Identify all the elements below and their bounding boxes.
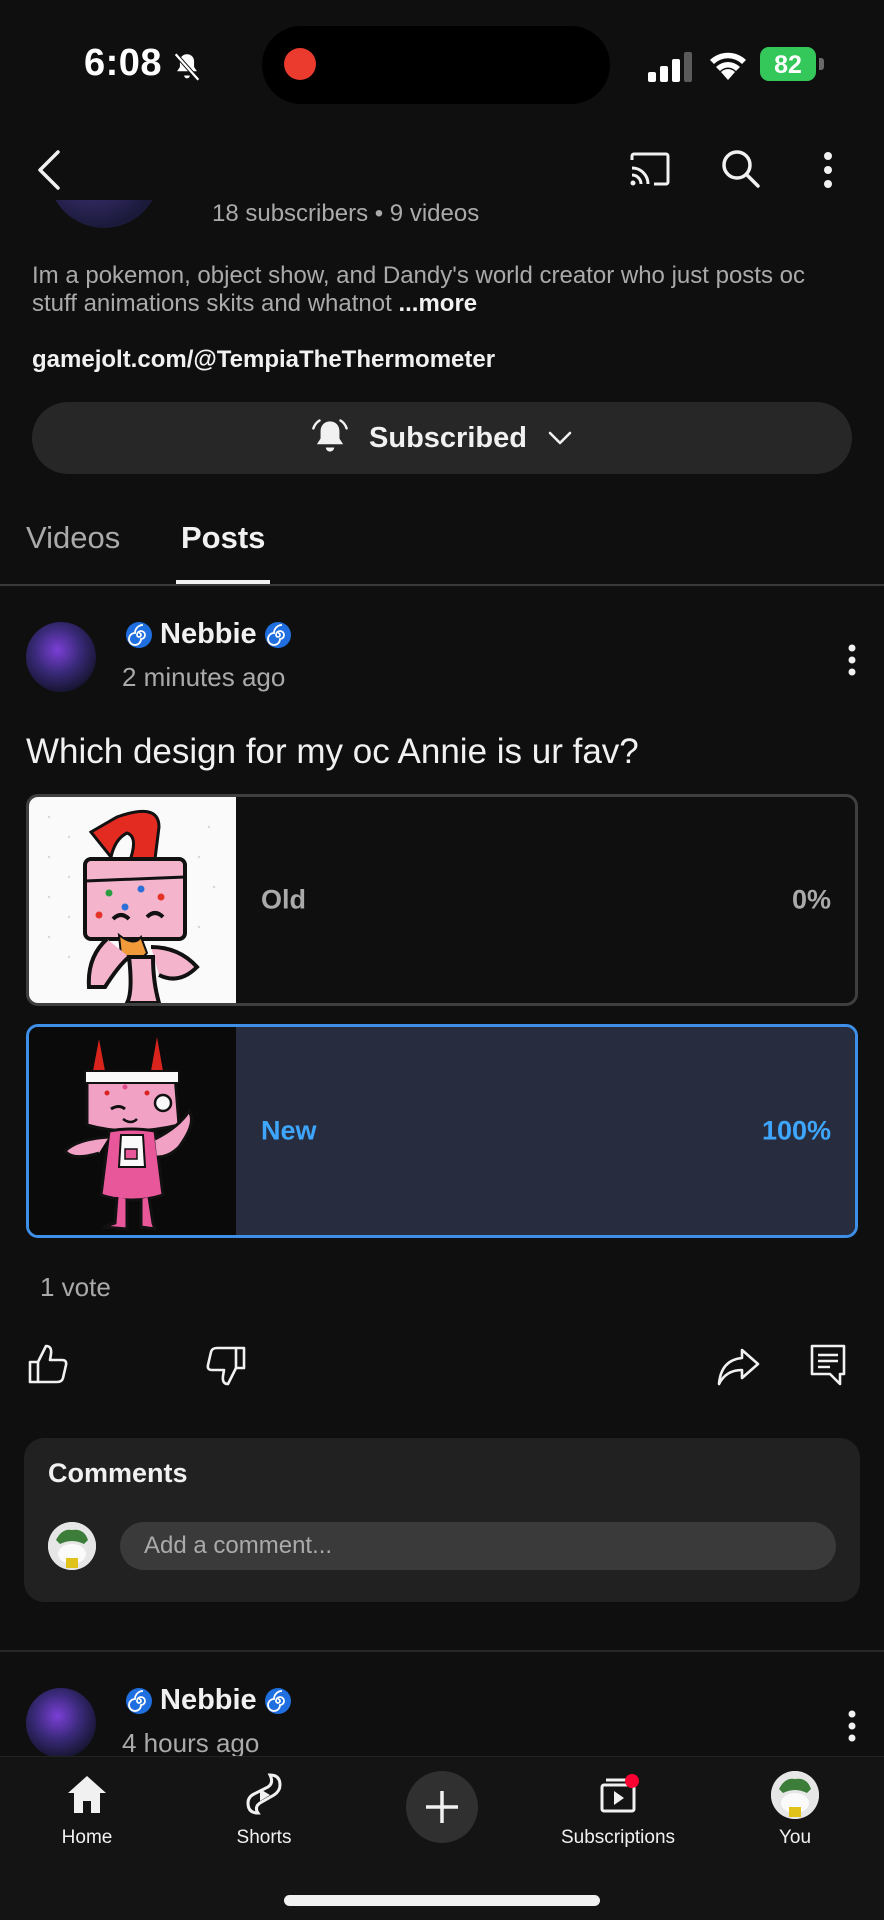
poll-option-old[interactable]: Old 0%	[26, 794, 858, 1006]
home-icon	[68, 1776, 106, 1813]
shorts-icon	[246, 1773, 282, 1815]
bell-icon	[312, 419, 348, 452]
post-avatar[interactable]	[26, 622, 96, 692]
nav-home[interactable]: Home	[12, 1771, 162, 1849]
nav-subscriptions[interactable]: Subscriptions	[543, 1771, 693, 1849]
post-author[interactable]: Nebbie	[124, 1684, 293, 1717]
subscribed-label: Subscribed	[369, 421, 527, 454]
vote-count: 1 vote	[40, 1272, 111, 1302]
poll-option-new[interactable]: New 100%	[26, 1024, 858, 1238]
profile-avatar	[771, 1771, 819, 1819]
nav-you[interactable]: You	[720, 1771, 870, 1849]
battery-indicator: 82	[760, 47, 824, 83]
poll-option-percent: 0%	[791, 884, 831, 915]
post-avatar[interactable]	[26, 1688, 96, 1758]
subscribed-button[interactable]: Subscribed	[32, 402, 852, 474]
channel-description[interactable]: Im a pokemon, object show, and Dandy's w…	[32, 262, 852, 318]
create-button[interactable]	[406, 1771, 478, 1843]
post-divider	[0, 1650, 884, 1652]
author-name: Nebbie	[160, 1684, 257, 1716]
poll-option-label: Old	[261, 884, 306, 915]
nav-shorts[interactable]: Shorts	[189, 1771, 339, 1849]
wifi-icon	[710, 52, 746, 80]
tab-videos[interactable]: Videos	[26, 520, 120, 556]
cyclone-icon	[264, 1687, 291, 1714]
home-indicator	[284, 1895, 600, 1906]
subscriptions-icon	[600, 1774, 639, 1813]
more-vert-icon[interactable]	[838, 1706, 866, 1746]
bottom-navigation: Home Shorts Subscriptions You	[0, 1756, 884, 1920]
post-time: 4 hours ago	[122, 1728, 260, 1758]
nav-label: Home	[61, 1827, 113, 1848]
comments-section[interactable]: Comments	[24, 1438, 860, 1602]
channel-link[interactable]: gamejolt.com/@TempiaTheThermometer	[32, 346, 495, 374]
dislike-icon[interactable]	[204, 1344, 248, 1388]
user-avatar	[48, 1522, 96, 1570]
channel-avatar[interactable]	[48, 200, 160, 230]
bell-off-icon	[174, 52, 200, 82]
more-vert-icon[interactable]	[808, 146, 848, 194]
comments-title: Comments	[48, 1458, 188, 1488]
channel-tabs: Videos Posts	[0, 508, 884, 586]
comment-icon[interactable]	[806, 1342, 850, 1386]
nav-label: Shorts	[236, 1827, 292, 1848]
post-time: 2 minutes ago	[122, 662, 286, 692]
author-name: Nebbie	[160, 618, 257, 650]
recording-indicator	[284, 48, 316, 80]
channel-stats: 18 subscribers • 9 videos	[212, 200, 480, 227]
nav-label: You	[778, 1827, 812, 1848]
poll-image-new	[29, 1027, 236, 1235]
post-author[interactable]: Nebbie	[124, 618, 293, 651]
battery-percent: 82	[774, 51, 802, 79]
cyclone-icon	[126, 621, 152, 648]
cast-icon[interactable]	[628, 148, 672, 192]
poll-image-old	[29, 797, 236, 1003]
back-icon[interactable]	[30, 146, 70, 194]
search-icon[interactable]	[718, 146, 762, 190]
signal-icon	[648, 52, 692, 82]
post-question: Which design for my oc Annie is ur fav?	[26, 732, 639, 771]
tab-posts[interactable]: Posts	[181, 520, 265, 556]
like-icon[interactable]	[26, 1342, 70, 1386]
poll-option-label: New	[261, 1115, 317, 1146]
comment-input[interactable]	[120, 1522, 836, 1570]
plus-icon	[426, 1791, 458, 1823]
status-bar: 6:08 82	[0, 0, 884, 130]
nav-label: Subscriptions	[560, 1827, 676, 1848]
cyclone-icon	[264, 621, 291, 648]
active-tab-indicator	[176, 580, 270, 584]
more-link[interactable]: ...more	[398, 290, 477, 317]
poll-option-percent: 100%	[761, 1115, 831, 1146]
cyclone-icon	[126, 1687, 152, 1714]
more-vert-icon[interactable]	[838, 640, 866, 680]
status-time: 6:08	[84, 42, 163, 84]
app-header	[0, 130, 884, 210]
chevron-down-icon	[548, 431, 572, 445]
share-icon[interactable]	[716, 1344, 760, 1388]
